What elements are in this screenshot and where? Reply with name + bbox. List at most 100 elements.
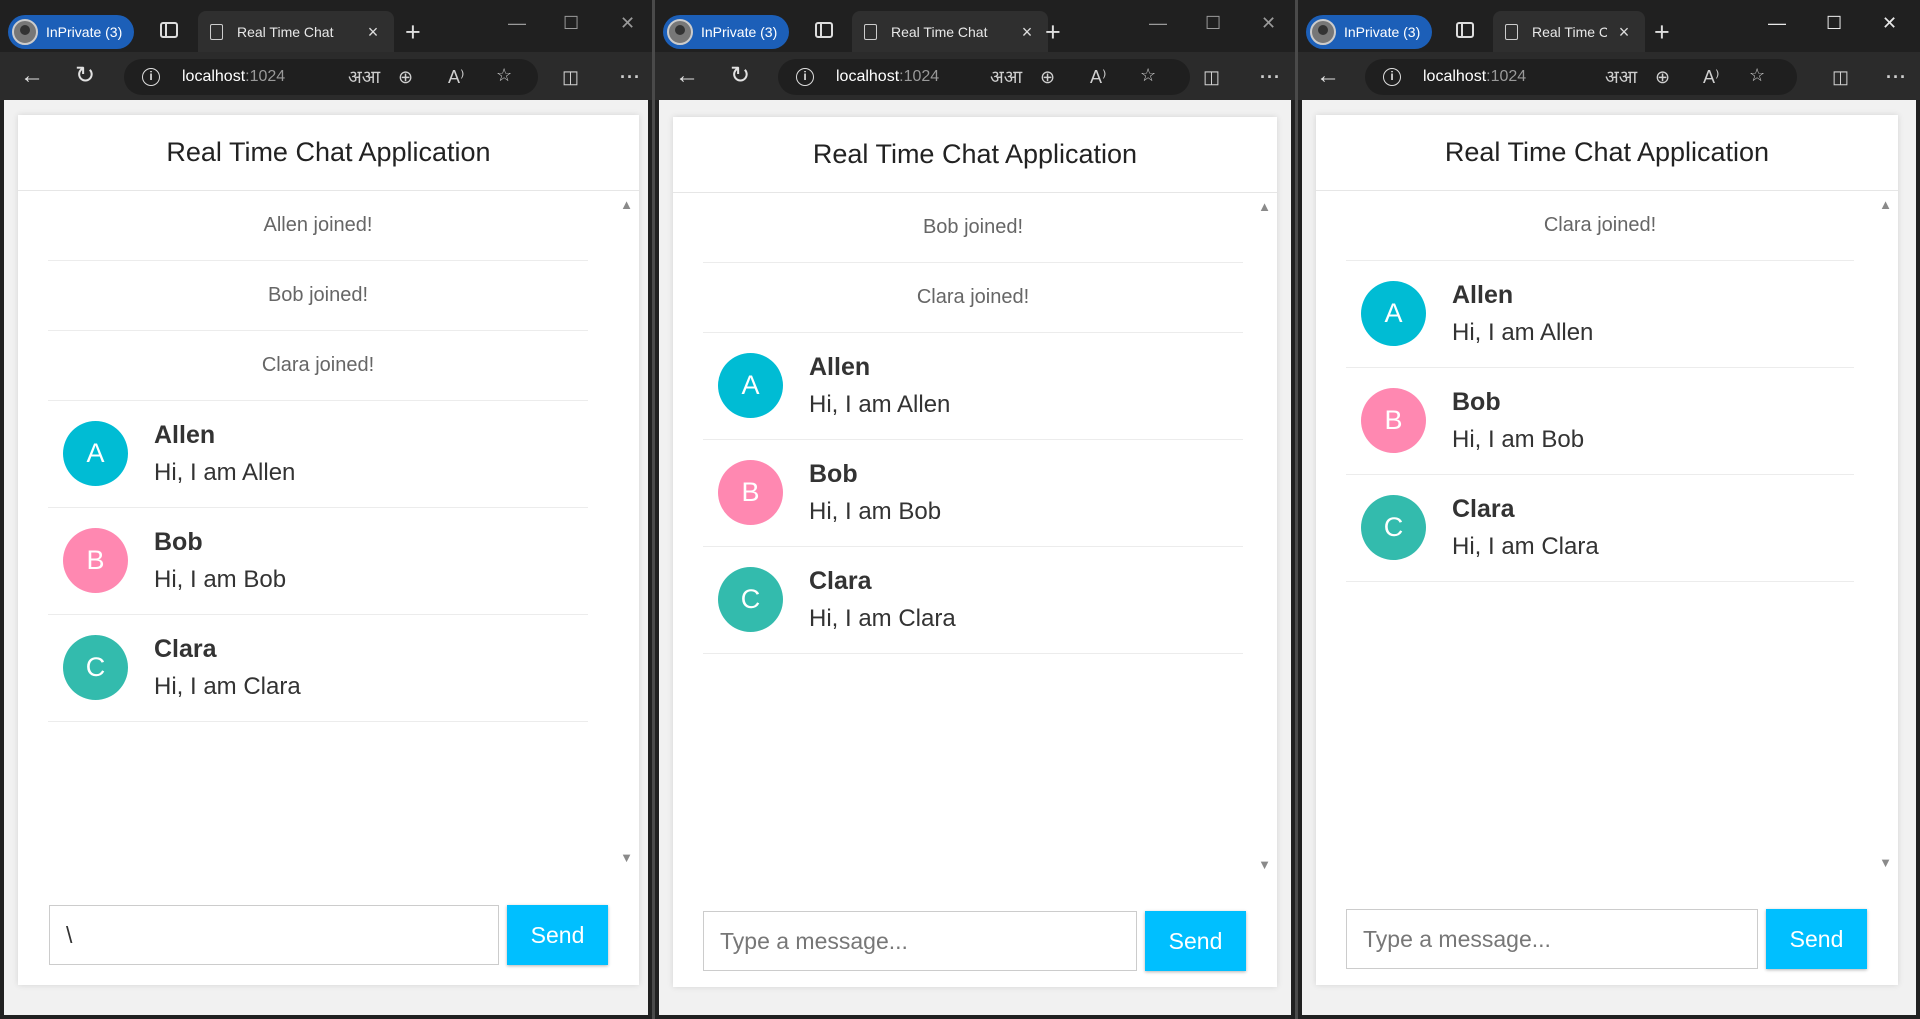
chat-title: Real Time Chat Application bbox=[1316, 115, 1898, 191]
send-button[interactable]: Send bbox=[1145, 911, 1246, 971]
message-list: Allen joined! Bob joined! Clara joined! … bbox=[48, 191, 588, 885]
inprivate-badge[interactable]: InPrivate (3) bbox=[8, 15, 135, 49]
chat-message: A Allen Hi, I am Allen bbox=[703, 333, 1243, 440]
chat-message: B Bob Hi, I am Bob bbox=[703, 440, 1243, 547]
new-tab-icon[interactable]: + bbox=[1045, 18, 1061, 46]
join-event: Clara joined! bbox=[703, 263, 1243, 333]
site-info-icon[interactable]: i bbox=[796, 68, 814, 86]
scroll-down-arrow-icon[interactable]: ▼ bbox=[1879, 855, 1892, 870]
message-text: Hi, I am Clara bbox=[809, 605, 956, 632]
zoom-icon[interactable]: ⊕ bbox=[398, 67, 413, 87]
address-bar[interactable]: i localhost:1024 अआ ⊕ A⁾ ☆ bbox=[1365, 59, 1797, 95]
site-info-icon[interactable]: i bbox=[142, 68, 160, 86]
maximize-icon[interactable]: ☐ bbox=[563, 12, 579, 34]
more-menu-icon[interactable]: ··· bbox=[620, 67, 641, 87]
favorite-star-icon[interactable]: ☆ bbox=[1749, 65, 1765, 85]
title-bar: InPrivate (3) Real Time C × + — ☐ ✕ bbox=[1298, 0, 1920, 59]
new-tab-icon[interactable]: + bbox=[1654, 18, 1670, 46]
tab-chat[interactable]: Real Time Chat × bbox=[852, 11, 1048, 53]
close-tab-icon[interactable]: × bbox=[1615, 22, 1633, 43]
message-list: Bob joined! Clara joined! A Allen Hi, I … bbox=[703, 193, 1243, 887]
chat-message: A Allen Hi, I am Allen bbox=[1346, 261, 1854, 368]
address-bar[interactable]: i localhost:1024 अआ ⊕ A⁾ ☆ bbox=[124, 59, 538, 95]
close-tab-icon[interactable]: × bbox=[364, 22, 382, 43]
minimize-icon[interactable]: — bbox=[508, 12, 526, 34]
browser-window-1: InPrivate (3) Real Time Chat × + — ☐ ✕ ←… bbox=[0, 0, 652, 1019]
message-text: Hi, I am Bob bbox=[809, 498, 942, 525]
immersive-reader-icon[interactable]: अआ bbox=[990, 67, 1022, 87]
message-input[interactable] bbox=[49, 905, 499, 965]
avatar: B bbox=[63, 528, 128, 593]
new-tab-icon[interactable]: + bbox=[405, 18, 421, 46]
split-screen-icon[interactable]: ◫ bbox=[562, 67, 579, 87]
inprivate-badge[interactable]: InPrivate (3) bbox=[1306, 15, 1433, 49]
sender-name: Bob bbox=[1452, 388, 1501, 416]
address-bar[interactable]: i localhost:1024 अआ ⊕ A⁾ ☆ bbox=[778, 59, 1190, 95]
avatar: C bbox=[718, 567, 783, 632]
page-icon bbox=[864, 24, 877, 40]
favorite-star-icon[interactable]: ☆ bbox=[496, 65, 512, 85]
minimize-icon[interactable]: — bbox=[1149, 12, 1167, 34]
back-icon[interactable]: ← bbox=[20, 64, 44, 88]
close-window-icon[interactable]: ✕ bbox=[1261, 12, 1276, 34]
chat-message: B Bob Hi, I am Bob bbox=[48, 508, 588, 615]
chat-message: C Clara Hi, I am Clara bbox=[703, 547, 1243, 654]
chat-title: Real Time Chat Application bbox=[673, 117, 1277, 193]
title-bar: InPrivate (3) Real Time Chat × + — ☐ ✕ bbox=[655, 0, 1295, 59]
close-window-icon[interactable]: ✕ bbox=[1882, 12, 1897, 34]
inprivate-badge[interactable]: InPrivate (3) bbox=[663, 15, 790, 49]
tab-actions-icon[interactable] bbox=[160, 22, 178, 38]
tab-chat[interactable]: Real Time Chat × bbox=[198, 11, 394, 53]
tab-chat[interactable]: Real Time C × bbox=[1493, 11, 1645, 53]
chat-container: Real Time Chat Application Allen joined!… bbox=[18, 115, 639, 985]
read-aloud-icon[interactable]: A⁾ bbox=[1703, 67, 1719, 87]
maximize-icon[interactable]: ☐ bbox=[1205, 12, 1221, 34]
scroll-down-arrow-icon[interactable]: ▼ bbox=[620, 850, 633, 865]
browser-window-2: InPrivate (3) Real Time Chat × + — ☐ ✕ ←… bbox=[655, 0, 1295, 1019]
address-url: localhost:1024 bbox=[836, 68, 940, 85]
close-tab-icon[interactable]: × bbox=[1018, 22, 1036, 43]
minimize-icon[interactable]: — bbox=[1768, 12, 1786, 34]
close-window-icon[interactable]: ✕ bbox=[620, 12, 635, 34]
scroll-up-arrow-icon[interactable]: ▲ bbox=[620, 197, 633, 212]
message-text: Hi, I am Clara bbox=[154, 673, 301, 700]
refresh-icon[interactable]: ↻ bbox=[730, 64, 750, 88]
avatar: B bbox=[718, 460, 783, 525]
back-icon[interactable]: ← bbox=[675, 64, 699, 88]
browser-window-3: InPrivate (3) Real Time C × + — ☐ ✕ ← i … bbox=[1298, 0, 1920, 1019]
zoom-icon[interactable]: ⊕ bbox=[1655, 67, 1670, 87]
tab-actions-icon[interactable] bbox=[1456, 22, 1474, 38]
favorite-star-icon[interactable]: ☆ bbox=[1140, 65, 1156, 85]
message-input[interactable] bbox=[1346, 909, 1758, 969]
profile-icon bbox=[12, 19, 38, 45]
more-menu-icon[interactable]: ··· bbox=[1886, 67, 1907, 87]
join-event: Bob joined! bbox=[48, 261, 588, 331]
read-aloud-icon[interactable]: A⁾ bbox=[1090, 67, 1106, 87]
avatar: A bbox=[1361, 281, 1426, 346]
read-aloud-icon[interactable]: A⁾ bbox=[448, 67, 464, 87]
scroll-up-arrow-icon[interactable]: ▲ bbox=[1258, 199, 1271, 214]
send-button[interactable]: Send bbox=[1766, 909, 1867, 969]
tab-actions-icon[interactable] bbox=[815, 22, 833, 38]
chat-message: A Allen Hi, I am Allen bbox=[48, 401, 588, 508]
back-icon[interactable]: ← bbox=[1316, 64, 1340, 88]
chat-message: C Clara Hi, I am Clara bbox=[1346, 475, 1854, 582]
split-screen-icon[interactable]: ◫ bbox=[1203, 67, 1220, 87]
immersive-reader-icon[interactable]: अआ bbox=[1605, 67, 1637, 87]
chat-container: Real Time Chat Application Bob joined! C… bbox=[673, 117, 1277, 987]
message-input[interactable] bbox=[703, 911, 1137, 971]
split-screen-icon[interactable]: ◫ bbox=[1832, 67, 1849, 87]
immersive-reader-icon[interactable]: अआ bbox=[348, 67, 380, 87]
scroll-down-arrow-icon[interactable]: ▼ bbox=[1258, 857, 1271, 872]
tab-title: Real Time C bbox=[1532, 24, 1607, 40]
site-info-icon[interactable]: i bbox=[1383, 68, 1401, 86]
refresh-icon[interactable]: ↻ bbox=[75, 64, 95, 88]
page-icon bbox=[1505, 24, 1518, 40]
more-menu-icon[interactable]: ··· bbox=[1260, 67, 1281, 87]
send-button[interactable]: Send bbox=[507, 905, 608, 965]
maximize-icon[interactable]: ☐ bbox=[1826, 12, 1842, 34]
scroll-up-arrow-icon[interactable]: ▲ bbox=[1879, 197, 1892, 212]
message-text: Hi, I am Bob bbox=[1452, 426, 1585, 453]
zoom-icon[interactable]: ⊕ bbox=[1040, 67, 1055, 87]
profile-icon bbox=[667, 19, 693, 45]
